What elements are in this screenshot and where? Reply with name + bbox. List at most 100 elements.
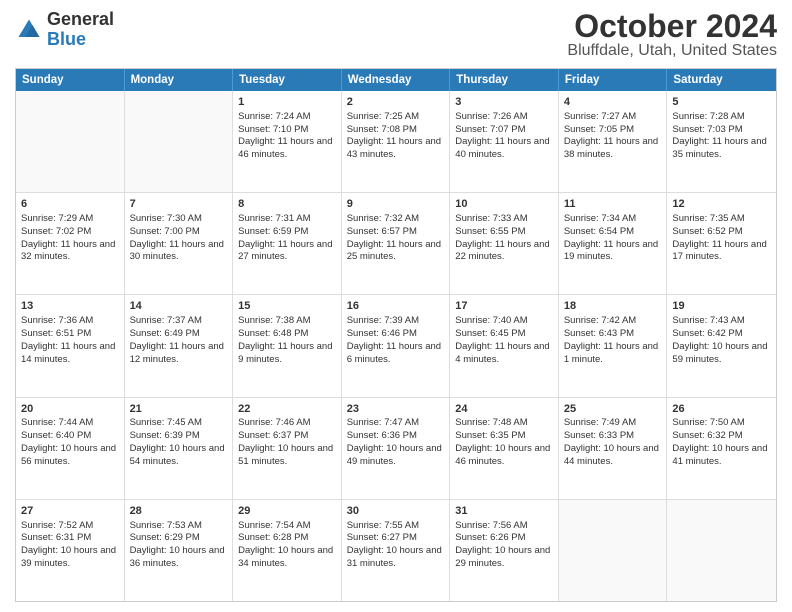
calendar-cell-2-6: 19Sunrise: 7:43 AMSunset: 6:42 PMDayligh… — [667, 295, 776, 396]
calendar-cell-2-2: 15Sunrise: 7:38 AMSunset: 6:48 PMDayligh… — [233, 295, 342, 396]
day-number: 14 — [130, 299, 228, 314]
day-info: Sunset: 6:42 PM — [672, 328, 771, 341]
day-info: Sunrise: 7:42 AM — [564, 315, 662, 328]
day-number: 28 — [130, 504, 228, 519]
calendar-cell-3-1: 21Sunrise: 7:45 AMSunset: 6:39 PMDayligh… — [125, 398, 234, 499]
day-info: Sunset: 7:03 PM — [672, 124, 771, 137]
calendar-cell-4-5 — [559, 500, 668, 601]
day-number: 29 — [238, 504, 336, 519]
day-info: Sunset: 6:57 PM — [347, 226, 445, 239]
day-info: Daylight: 10 hours and 51 minutes. — [238, 443, 336, 469]
day-info: Sunrise: 7:54 AM — [238, 520, 336, 533]
day-info: Sunrise: 7:28 AM — [672, 111, 771, 124]
day-info: Sunrise: 7:35 AM — [672, 213, 771, 226]
day-info: Sunset: 7:08 PM — [347, 124, 445, 137]
day-info: Sunrise: 7:53 AM — [130, 520, 228, 533]
day-info: Sunset: 6:39 PM — [130, 430, 228, 443]
day-info: Sunrise: 7:50 AM — [672, 417, 771, 430]
day-info: Sunset: 6:45 PM — [455, 328, 553, 341]
calendar-cell-1-4: 10Sunrise: 7:33 AMSunset: 6:55 PMDayligh… — [450, 193, 559, 294]
day-number: 21 — [130, 402, 228, 417]
day-number: 19 — [672, 299, 771, 314]
day-info: Sunset: 7:07 PM — [455, 124, 553, 137]
day-number: 16 — [347, 299, 445, 314]
day-info: Sunset: 6:49 PM — [130, 328, 228, 341]
day-info: Sunrise: 7:47 AM — [347, 417, 445, 430]
day-number: 1 — [238, 95, 336, 110]
day-info: Daylight: 10 hours and 36 minutes. — [130, 545, 228, 571]
logo-blue: Blue — [47, 30, 114, 50]
day-info: Daylight: 10 hours and 41 minutes. — [672, 443, 771, 469]
day-info: Daylight: 11 hours and 17 minutes. — [672, 239, 771, 265]
day-info: Sunrise: 7:55 AM — [347, 520, 445, 533]
day-number: 7 — [130, 197, 228, 212]
day-info: Sunrise: 7:39 AM — [347, 315, 445, 328]
calendar-cell-3-4: 24Sunrise: 7:48 AMSunset: 6:35 PMDayligh… — [450, 398, 559, 499]
calendar-cell-0-5: 4Sunrise: 7:27 AMSunset: 7:05 PMDaylight… — [559, 91, 668, 192]
day-info: Daylight: 11 hours and 32 minutes. — [21, 239, 119, 265]
calendar-cell-0-4: 3Sunrise: 7:26 AMSunset: 7:07 PMDaylight… — [450, 91, 559, 192]
day-info: Daylight: 11 hours and 22 minutes. — [455, 239, 553, 265]
calendar-cell-3-5: 25Sunrise: 7:49 AMSunset: 6:33 PMDayligh… — [559, 398, 668, 499]
title-area: October 2024 Bluffdale, Utah, United Sta… — [567, 10, 777, 60]
header-day-wednesday: Wednesday — [342, 69, 451, 91]
day-info: Daylight: 11 hours and 25 minutes. — [347, 239, 445, 265]
calendar-cell-1-0: 6Sunrise: 7:29 AMSunset: 7:02 PMDaylight… — [16, 193, 125, 294]
day-info: Sunrise: 7:44 AM — [21, 417, 119, 430]
day-number: 13 — [21, 299, 119, 314]
day-info: Sunrise: 7:56 AM — [455, 520, 553, 533]
day-info: Daylight: 11 hours and 30 minutes. — [130, 239, 228, 265]
day-info: Sunset: 6:37 PM — [238, 430, 336, 443]
day-info: Sunset: 6:46 PM — [347, 328, 445, 341]
calendar-cell-4-6 — [667, 500, 776, 601]
day-number: 25 — [564, 402, 662, 417]
day-info: Daylight: 10 hours and 59 minutes. — [672, 341, 771, 367]
day-info: Sunrise: 7:38 AM — [238, 315, 336, 328]
logo-text: General Blue — [47, 10, 114, 50]
day-info: Daylight: 10 hours and 31 minutes. — [347, 545, 445, 571]
calendar-row-3: 20Sunrise: 7:44 AMSunset: 6:40 PMDayligh… — [16, 398, 776, 500]
calendar-row-1: 6Sunrise: 7:29 AMSunset: 7:02 PMDaylight… — [16, 193, 776, 295]
header-day-tuesday: Tuesday — [233, 69, 342, 91]
day-number: 22 — [238, 402, 336, 417]
day-info: Sunset: 7:02 PM — [21, 226, 119, 239]
day-info: Sunset: 6:51 PM — [21, 328, 119, 341]
day-info: Daylight: 11 hours and 6 minutes. — [347, 341, 445, 367]
day-info: Daylight: 11 hours and 35 minutes. — [672, 136, 771, 162]
day-info: Sunset: 7:00 PM — [130, 226, 228, 239]
day-info: Sunset: 6:35 PM — [455, 430, 553, 443]
day-info: Sunset: 6:32 PM — [672, 430, 771, 443]
day-info: Sunset: 6:33 PM — [564, 430, 662, 443]
day-info: Sunset: 6:40 PM — [21, 430, 119, 443]
calendar-cell-1-1: 7Sunrise: 7:30 AMSunset: 7:00 PMDaylight… — [125, 193, 234, 294]
calendar-row-4: 27Sunrise: 7:52 AMSunset: 6:31 PMDayligh… — [16, 500, 776, 601]
logo-icon — [15, 16, 43, 44]
day-info: Sunset: 7:05 PM — [564, 124, 662, 137]
day-info: Daylight: 11 hours and 40 minutes. — [455, 136, 553, 162]
calendar-body: 1Sunrise: 7:24 AMSunset: 7:10 PMDaylight… — [16, 91, 776, 601]
day-info: Sunset: 6:43 PM — [564, 328, 662, 341]
calendar-cell-1-6: 12Sunrise: 7:35 AMSunset: 6:52 PMDayligh… — [667, 193, 776, 294]
calendar-cell-4-3: 30Sunrise: 7:55 AMSunset: 6:27 PMDayligh… — [342, 500, 451, 601]
header-day-sunday: Sunday — [16, 69, 125, 91]
calendar-cell-0-0 — [16, 91, 125, 192]
day-info: Daylight: 10 hours and 29 minutes. — [455, 545, 553, 571]
day-info: Daylight: 11 hours and 14 minutes. — [21, 341, 119, 367]
calendar-row-2: 13Sunrise: 7:36 AMSunset: 6:51 PMDayligh… — [16, 295, 776, 397]
day-info: Sunrise: 7:45 AM — [130, 417, 228, 430]
header: General Blue October 2024 Bluffdale, Uta… — [15, 10, 777, 60]
day-info: Daylight: 11 hours and 43 minutes. — [347, 136, 445, 162]
logo-area: General Blue — [15, 10, 114, 50]
day-number: 30 — [347, 504, 445, 519]
day-info: Daylight: 11 hours and 46 minutes. — [238, 136, 336, 162]
calendar-cell-0-2: 1Sunrise: 7:24 AMSunset: 7:10 PMDaylight… — [233, 91, 342, 192]
day-number: 23 — [347, 402, 445, 417]
calendar-cell-0-3: 2Sunrise: 7:25 AMSunset: 7:08 PMDaylight… — [342, 91, 451, 192]
day-info: Sunrise: 7:27 AM — [564, 111, 662, 124]
header-day-thursday: Thursday — [450, 69, 559, 91]
day-info: Sunset: 6:48 PM — [238, 328, 336, 341]
day-info: Sunrise: 7:48 AM — [455, 417, 553, 430]
day-info: Sunset: 6:31 PM — [21, 532, 119, 545]
calendar-cell-4-0: 27Sunrise: 7:52 AMSunset: 6:31 PMDayligh… — [16, 500, 125, 601]
day-info: Daylight: 10 hours and 54 minutes. — [130, 443, 228, 469]
